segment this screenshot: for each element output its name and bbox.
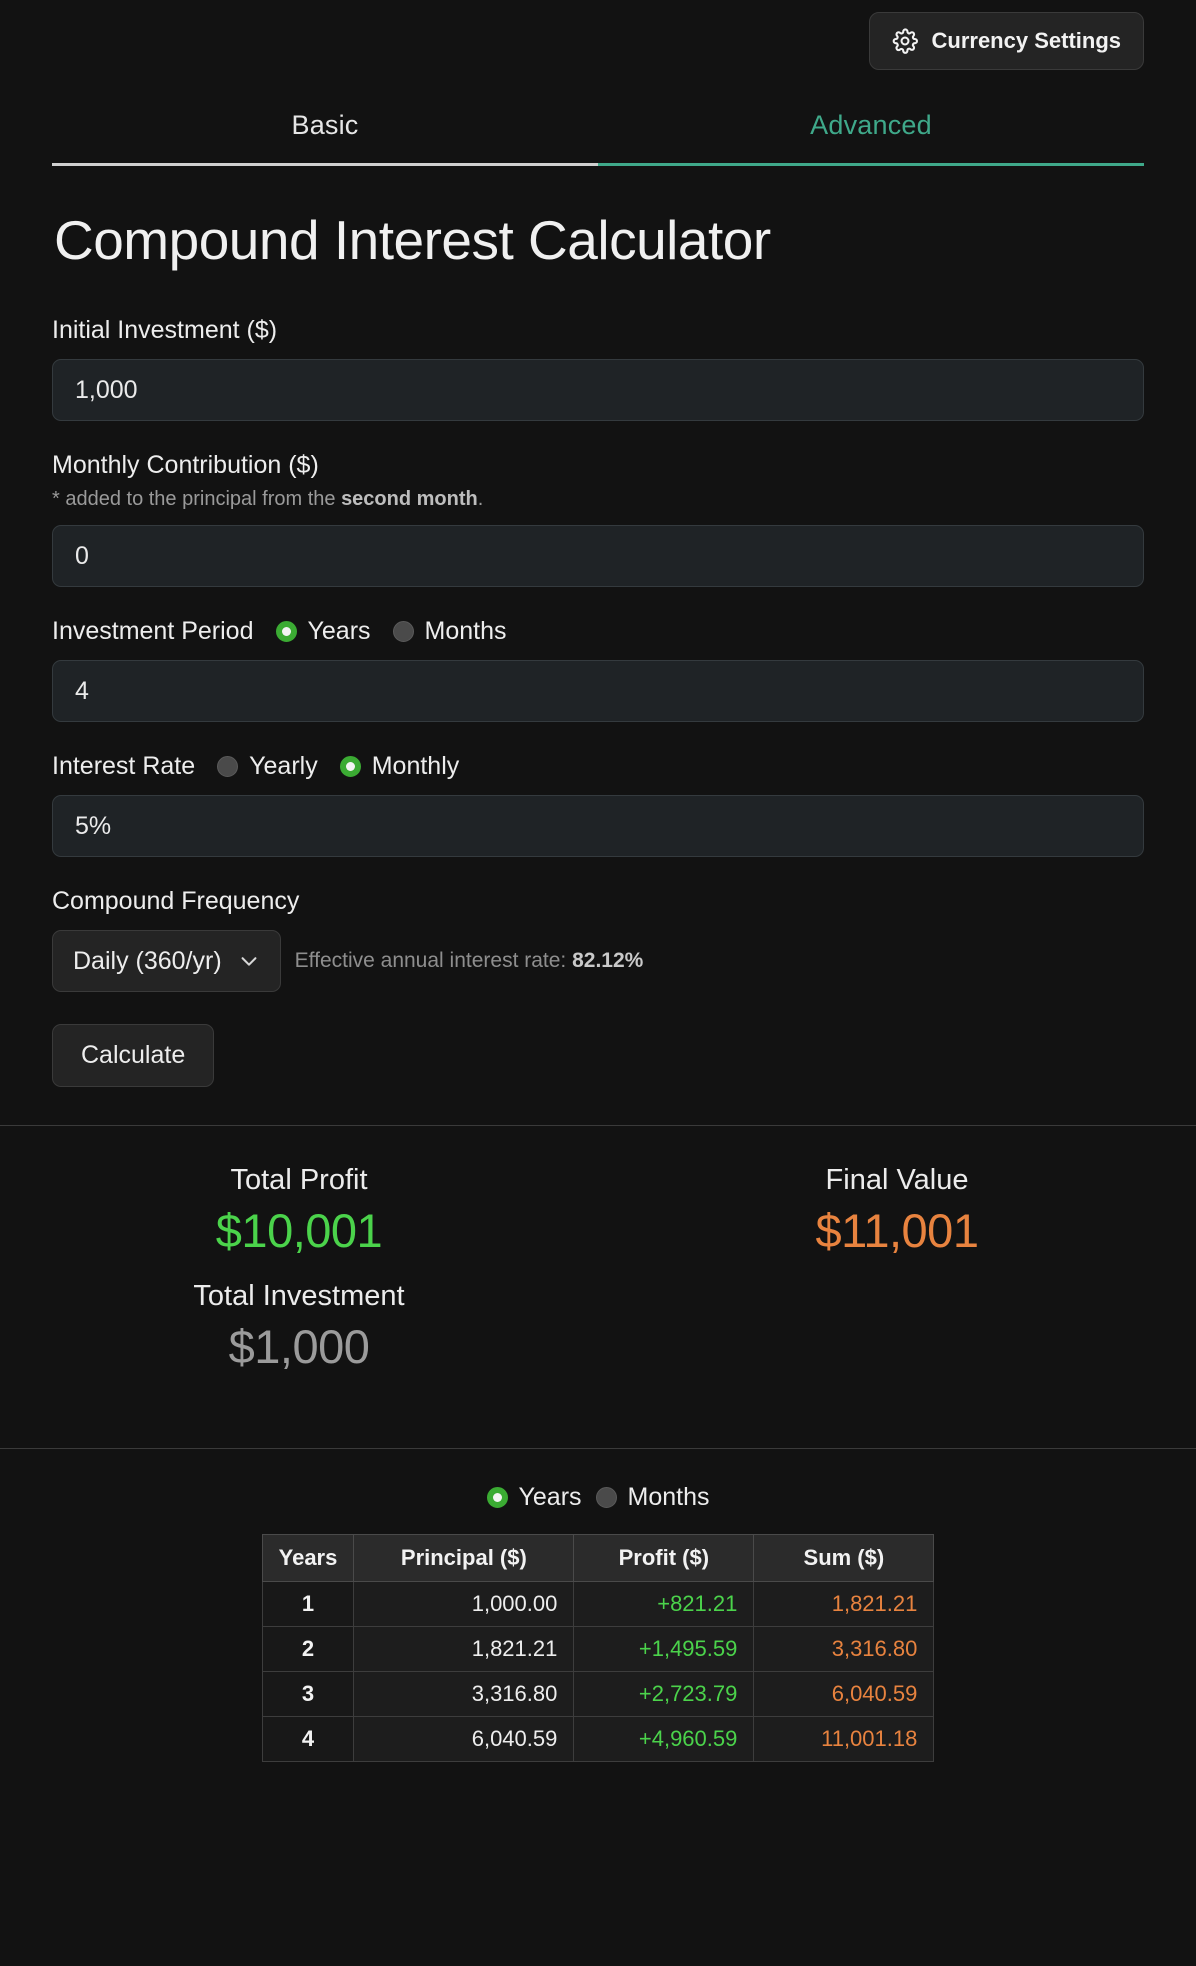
gear-icon <box>892 28 918 54</box>
interest-rate-monthly-option[interactable]: Monthly <box>339 752 460 781</box>
tab-advanced[interactable]: Advanced <box>598 98 1144 166</box>
table-row: 4 6,040.59 +4,960.59 11,001.18 <box>261 1716 935 1762</box>
schedule-unit-toggle: Years Months <box>0 1483 1196 1512</box>
monthly-contribution-label: Monthly Contribution ($) <box>52 451 319 479</box>
compound-frequency-select[interactable]: Daily (360/yr) <box>52 930 281 992</box>
final-value-block: Final Value $11,001 <box>598 1164 1196 1258</box>
calculator-page: Currency Settings Basic Advanced Compoun… <box>0 0 1196 1966</box>
note-bold: second month <box>341 488 478 510</box>
header-sum: Sum ($) <box>753 1534 935 1582</box>
compound-frequency-value: Daily (360/yr) <box>73 946 222 975</box>
cell-profit: +821.21 <box>573 1581 755 1627</box>
total-profit-value: $10,001 <box>215 1204 383 1257</box>
investment-period-years-option[interactable]: Years <box>275 617 371 646</box>
total-profit-block: Total Profit $10,001 <box>0 1164 598 1258</box>
cell-profit: +4,960.59 <box>573 1716 755 1762</box>
schedule-section: Years Months Years Principal ($) Profit … <box>0 1449 1196 1762</box>
interest-rate-yearly-option[interactable]: Yearly <box>217 752 318 781</box>
cell-sum: 3,316.80 <box>753 1626 935 1672</box>
final-value-value: $11,001 <box>815 1204 979 1257</box>
amortization-table: Years Principal ($) Profit ($) Sum ($) 1… <box>261 1534 935 1762</box>
schedule-years-option[interactable]: Years <box>486 1483 582 1512</box>
cell-sum: 6,040.59 <box>753 1671 935 1717</box>
investment-period-months-option[interactable]: Months <box>392 617 507 646</box>
note-suffix: . <box>477 488 484 510</box>
radio-unselected-icon <box>392 621 414 642</box>
monthly-contribution-note: * added to the principal from the second… <box>52 488 1144 511</box>
currency-settings-button[interactable]: Currency Settings <box>868 12 1144 70</box>
cell-sum: 1,821.21 <box>753 1581 935 1627</box>
effective-rate-text: Effective annual interest rate: 82.12% <box>295 949 644 973</box>
mode-tabs: Basic Advanced <box>0 98 1196 166</box>
interest-rate-input[interactable] <box>52 795 1144 857</box>
schedule-months-option[interactable]: Months <box>595 1483 710 1512</box>
initial-investment-input[interactable] <box>52 359 1144 421</box>
schedule-months-label: Months <box>627 1483 710 1511</box>
calculate-button[interactable]: Calculate <box>52 1024 215 1087</box>
radio-selected-icon <box>486 1487 508 1508</box>
table-row: 1 1,000.00 +821.21 1,821.21 <box>261 1581 935 1627</box>
tab-basic-label: Basic <box>291 110 359 140</box>
radio-selected-icon <box>339 756 361 777</box>
cell-principal: 1,000.00 <box>353 1581 575 1627</box>
interest-rate-monthly-label: Monthly <box>371 752 460 780</box>
total-investment-block: Total Investment $1,000 <box>0 1280 598 1374</box>
note-prefix: * added to the principal from the <box>52 488 342 510</box>
results-grid: Total Profit $10,001 Final Value $11,001 <box>0 1164 1196 1258</box>
currency-settings-label: Currency Settings <box>931 28 1122 53</box>
interest-rate-row: Interest Rate Yearly Monthly <box>52 752 1144 781</box>
tab-basic[interactable]: Basic <box>52 98 598 166</box>
cell-principal: 6,040.59 <box>353 1716 575 1762</box>
schedule-years-label: Years <box>518 1483 582 1511</box>
radio-selected-icon <box>275 621 297 642</box>
cell-year: 4 <box>261 1716 355 1762</box>
interest-rate-yearly-label: Yearly <box>249 752 318 780</box>
table-head: Years Principal ($) Profit ($) Sum ($) <box>261 1534 935 1582</box>
investment-period-years-label: Years <box>307 617 371 645</box>
investment-period-label: Investment Period <box>52 617 254 645</box>
effective-rate-value: 82.12% <box>572 949 644 972</box>
header-years: Years <box>261 1534 355 1582</box>
cell-profit: +2,723.79 <box>573 1671 755 1717</box>
table-row: 3 3,316.80 +2,723.79 6,040.59 <box>261 1671 935 1717</box>
initial-investment-label: Initial Investment ($) <box>52 316 278 344</box>
compound-frequency-row: Daily (360/yr) Effective annual interest… <box>52 930 1144 992</box>
chevron-down-icon <box>238 950 260 972</box>
table-header-row: Years Principal ($) Profit ($) Sum ($) <box>261 1534 935 1582</box>
investment-period-months-label: Months <box>424 617 507 645</box>
cell-profit: +1,495.59 <box>573 1626 755 1672</box>
header-profit: Profit ($) <box>573 1534 755 1582</box>
calculator-form: Compound Interest Calculator Initial Inv… <box>0 208 1196 1087</box>
results-summary: Total Profit $10,001 Final Value $11,001… <box>0 1126 1196 1410</box>
tab-advanced-label: Advanced <box>810 110 932 140</box>
table-body: 1 1,000.00 +821.21 1,821.21 2 1,821.21 +… <box>261 1581 935 1762</box>
investment-period-row: Investment Period Years Months <box>52 617 1144 646</box>
total-investment-label: Total Investment <box>193 1280 405 1312</box>
page-title: Compound Interest Calculator <box>54 209 771 271</box>
header-principal: Principal ($) <box>353 1534 575 1582</box>
top-bar: Currency Settings <box>0 0 1196 82</box>
total-profit-label: Total Profit <box>230 1164 368 1196</box>
cell-year: 3 <box>261 1671 355 1717</box>
monthly-contribution-input[interactable] <box>52 525 1144 587</box>
cell-principal: 3,316.80 <box>353 1671 575 1717</box>
radio-unselected-icon <box>217 756 239 777</box>
cell-year: 2 <box>261 1626 355 1672</box>
cell-sum: 11,001.18 <box>753 1716 935 1762</box>
total-investment-value: $1,000 <box>228 1320 370 1373</box>
radio-unselected-icon <box>595 1487 617 1508</box>
final-value-label: Final Value <box>825 1164 969 1196</box>
cell-principal: 1,821.21 <box>353 1626 575 1672</box>
cell-year: 1 <box>261 1581 355 1627</box>
effective-rate-prefix: Effective annual interest rate: <box>294 949 573 972</box>
interest-rate-label: Interest Rate <box>52 752 196 780</box>
compound-frequency-label: Compound Frequency <box>52 887 300 915</box>
investment-period-input[interactable] <box>52 660 1144 722</box>
table-row: 2 1,821.21 +1,495.59 3,316.80 <box>261 1626 935 1672</box>
